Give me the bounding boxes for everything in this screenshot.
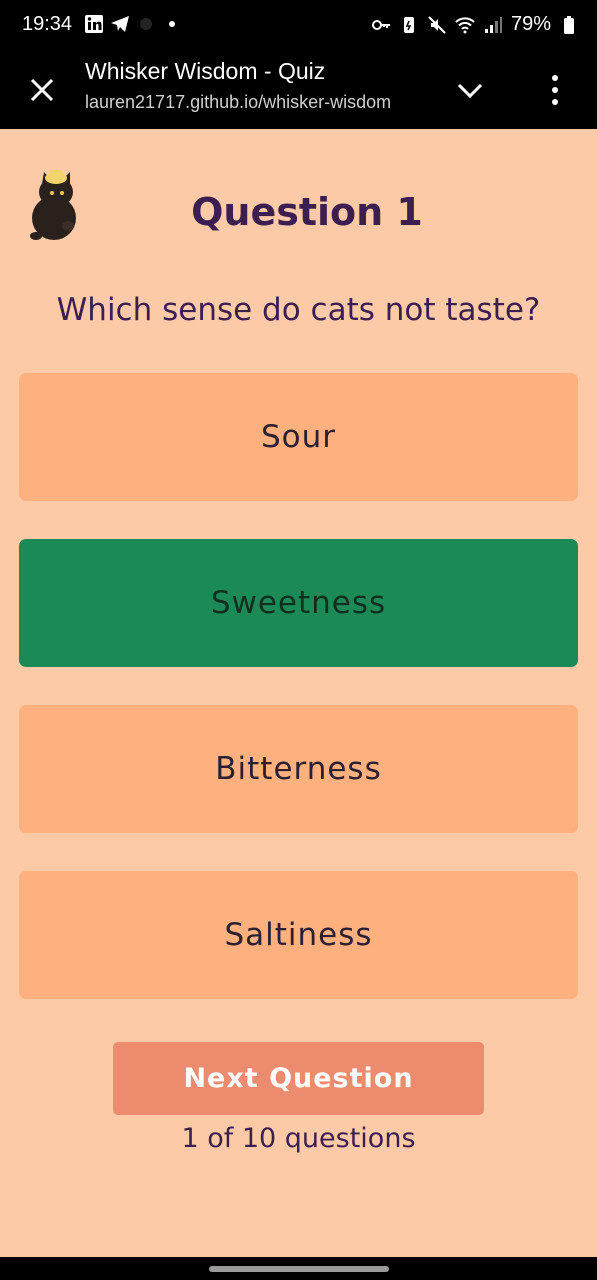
home-gesture-handle[interactable] [209, 1266, 389, 1272]
next-question-button[interactable]: Next Question [113, 1042, 484, 1115]
linkedin-icon [85, 15, 103, 33]
question-text: Which sense do cats not taste? [56, 292, 541, 328]
answer-option-correct[interactable]: Sweetness [19, 539, 578, 667]
status-time: 19:34 [22, 13, 73, 35]
battery-saver-icon [403, 16, 414, 33]
question-heading: Question 1 [191, 190, 423, 234]
status-right-group: 79% [371, 13, 579, 36]
browser-url[interactable]: lauren21717.github.io/whisker-wisdom [85, 92, 427, 113]
mute-icon [428, 15, 446, 34]
progress-text: 1 of 10 questions [181, 1123, 416, 1154]
browser-page-title: Whisker Wisdom - Quiz [85, 58, 326, 84]
answer-option[interactable]: Bitterness [19, 705, 578, 833]
app-notification-icon [140, 18, 152, 30]
browser-toolbar: Whisker Wisdom - Quiz lauren21717.github… [0, 52, 597, 129]
status-bar: 19:34 79% [0, 0, 597, 52]
battery-icon [564, 15, 574, 34]
telegram-icon [111, 16, 129, 32]
chevron-down-icon[interactable] [452, 72, 488, 108]
wifi-icon [455, 16, 475, 33]
system-navigation-bar [0, 1257, 597, 1280]
key-icon [371, 19, 390, 30]
battery-percentage: 79% [510, 13, 551, 35]
more-notifications-dot-icon [169, 21, 175, 27]
more-options-icon[interactable] [540, 70, 570, 110]
answer-option[interactable]: Sour [19, 373, 578, 501]
status-notification-icons [84, 14, 182, 34]
answer-option[interactable]: Saltiness [19, 871, 578, 999]
cat-mascot-icon [30, 170, 76, 240]
signal-icon [484, 16, 502, 33]
close-icon[interactable] [24, 72, 60, 108]
